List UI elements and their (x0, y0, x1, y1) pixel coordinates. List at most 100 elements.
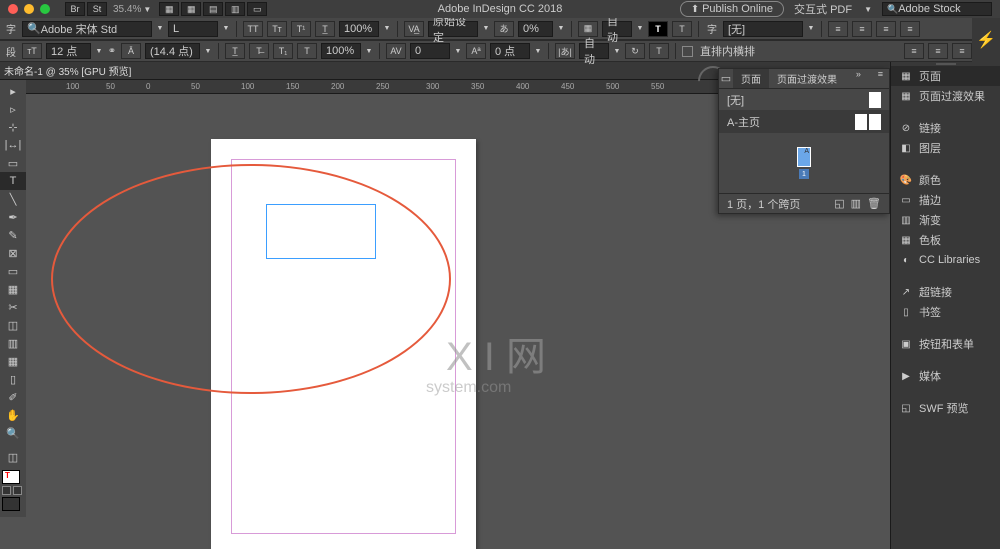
dock-swatches[interactable]: ▦色板 (891, 230, 1000, 250)
window-close-icon[interactable] (8, 4, 18, 14)
dock-stroke[interactable]: ▭描边 (891, 190, 1000, 210)
search-input[interactable]: 🔍 Adobe Stock (882, 2, 992, 16)
content-collector-tool[interactable]: ▭ (0, 154, 26, 172)
char-tab[interactable]: 字 (4, 21, 18, 36)
scale-v-input[interactable]: 100% (321, 43, 361, 59)
dock-bookmarks[interactable]: ▯书签 (891, 302, 1000, 322)
master-a-row[interactable]: A-主页 (719, 111, 889, 133)
text-on-white-button[interactable]: T (672, 21, 692, 37)
text-on-black-button[interactable]: T (648, 21, 668, 37)
properties-panel-toggle[interactable]: ⚡ (972, 18, 1000, 62)
bridge-icon[interactable]: Br (65, 2, 85, 16)
fill-stroke-swatches[interactable]: T (0, 466, 26, 517)
rectangle-tool[interactable]: ▭ (0, 262, 26, 280)
small-caps-button[interactable]: Tᴛ (267, 21, 287, 37)
dock-color[interactable]: 🎨颜色 (891, 170, 1000, 190)
justify-left-button[interactable]: ≡ (904, 43, 924, 59)
stock-icon[interactable]: St (87, 2, 107, 16)
justify-right-button[interactable]: ≡ (952, 43, 972, 59)
document-tab[interactable]: 未命名-1 @ 35% [GPU 预览] (4, 63, 131, 78)
type-tool[interactable]: T (0, 172, 26, 190)
dock-hyperlinks[interactable]: ↗超链接 (891, 282, 1000, 302)
direct-selection-tool[interactable]: ▹ (0, 100, 26, 118)
zoom-tool[interactable]: 🔍 (0, 424, 26, 442)
char-style-input[interactable]: [无] (723, 21, 803, 37)
line-tool[interactable]: ╲ (0, 190, 26, 208)
collapse-icon[interactable]: » (850, 69, 867, 88)
eyedropper-tool[interactable]: ✐ (0, 388, 26, 406)
font-style-input[interactable]: L (168, 21, 218, 37)
pencil-tool[interactable]: ✎ (0, 226, 26, 244)
hand-tool[interactable]: ✋ (0, 406, 26, 424)
arrange-icon[interactable]: ▤ (203, 2, 223, 16)
superscript-button[interactable]: T¹ (291, 21, 311, 37)
publish-online-button[interactable]: ⬆ Publish Online (680, 1, 784, 17)
leading-input[interactable]: (14.4 点) (145, 43, 200, 59)
link-icon[interactable]: ⚭ (107, 43, 117, 59)
char-spacing-input[interactable]: 0% (518, 21, 553, 37)
edit-page-icon[interactable]: ◱ (834, 197, 844, 210)
free-transform-tool[interactable]: ◫ (0, 316, 26, 334)
dock-layers[interactable]: ◧图层 (891, 138, 1000, 158)
kerning-input[interactable]: 原始设定 (428, 21, 478, 37)
all-caps-button[interactable]: TT (243, 21, 263, 37)
grid-tool[interactable]: ▦ (0, 280, 26, 298)
gap-tool[interactable]: |↔| (0, 136, 26, 154)
master-none-row[interactable]: [无] (719, 89, 889, 111)
baseline-shift-input[interactable]: 0 点 (490, 43, 530, 59)
strikethrough-button[interactable]: T̶ (249, 43, 269, 59)
chevron-down-icon[interactable]: ▼ (143, 5, 151, 14)
subscript-button[interactable]: T₁ (273, 43, 293, 59)
chevron-down-icon[interactable]: ▼ (864, 5, 872, 14)
tracking-input[interactable]: 0 (410, 43, 450, 59)
dock-swf-preview[interactable]: ◱SWF 预览 (891, 398, 1000, 418)
scale-h-input[interactable]: 100% (339, 21, 379, 37)
chevron-down-icon[interactable]: ▼ (156, 25, 164, 32)
grid-input[interactable]: 自动 (602, 21, 632, 37)
window-minimize-icon[interactable] (24, 4, 34, 14)
delete-page-icon[interactable]: 🗑 (867, 197, 881, 210)
align-left-button[interactable]: ≡ (828, 21, 848, 37)
gradient-swatch-tool[interactable]: ▥ (0, 334, 26, 352)
align-right-button[interactable]: ≡ (876, 21, 896, 37)
font-size-input[interactable]: 12 点 (46, 43, 91, 59)
pages-panel[interactable]: ▭ 页面 页面过渡效果 » ≡ [无] A-主页 A 1 1 页，1 个跨页 ◱… (718, 68, 890, 214)
pages-tab[interactable]: 页面 (733, 69, 769, 88)
view-mode-icon[interactable]: ▦ (159, 2, 179, 16)
selection-tool[interactable]: ▸ (0, 82, 26, 100)
new-page-icon[interactable]: ▥ (851, 197, 861, 210)
dock-media[interactable]: ▶媒体 (891, 366, 1000, 386)
aki-input[interactable]: 自动 (579, 43, 609, 59)
rotate-icon[interactable]: ↻ (625, 43, 645, 59)
chevron-down-icon[interactable]: ▼ (222, 25, 230, 32)
dock-pages[interactable]: ▦页面 (891, 66, 1000, 86)
window-zoom-icon[interactable] (40, 4, 50, 14)
dock-cc-libraries[interactable]: ◐CC Libraries (891, 250, 1000, 270)
zoom-level[interactable]: 35.4% (113, 4, 141, 15)
dock-page-transitions[interactable]: ▦页面过渡效果 (891, 86, 1000, 106)
justify-center-button[interactable]: ≡ (928, 43, 948, 59)
preview-anchor-icon[interactable]: ◫ (0, 448, 26, 466)
panel-menu-icon[interactable]: ≡ (872, 69, 889, 88)
align-justify-button[interactable]: ≡ (900, 21, 920, 37)
rectangle-frame-tool[interactable]: ⊠ (0, 244, 26, 262)
para-tab[interactable]: 段 (4, 44, 18, 59)
gradient-feather-tool[interactable]: ▦ (0, 352, 26, 370)
font-family-input[interactable]: 🔍 Adobe 宋体 Std (22, 21, 152, 37)
dock-gradient[interactable]: ▥渐变 (891, 210, 1000, 230)
arrange-icon[interactable]: ▥ (225, 2, 245, 16)
pen-tool[interactable]: ✒ (0, 208, 26, 226)
page-preview[interactable]: A 1 (719, 133, 889, 193)
page-tool[interactable]: ⊹ (0, 118, 26, 136)
align-center-button[interactable]: ≡ (852, 21, 872, 37)
dock-links[interactable]: ⊘链接 (891, 118, 1000, 138)
note-tool[interactable]: ▯ (0, 370, 26, 388)
page-transitions-tab[interactable]: 页面过渡效果 (769, 69, 845, 88)
workspace-label[interactable]: 交互式 PDF (794, 1, 852, 17)
view-mode-icon[interactable]: ▦ (181, 2, 201, 16)
underline-button[interactable]: T̲ (225, 43, 245, 59)
screen-mode-icon[interactable]: ▭ (247, 2, 267, 16)
skew-icon[interactable]: T (649, 43, 669, 59)
tatechuyoko-checkbox[interactable] (682, 46, 693, 57)
dock-buttons-forms[interactable]: ▣按钮和表单 (891, 334, 1000, 354)
